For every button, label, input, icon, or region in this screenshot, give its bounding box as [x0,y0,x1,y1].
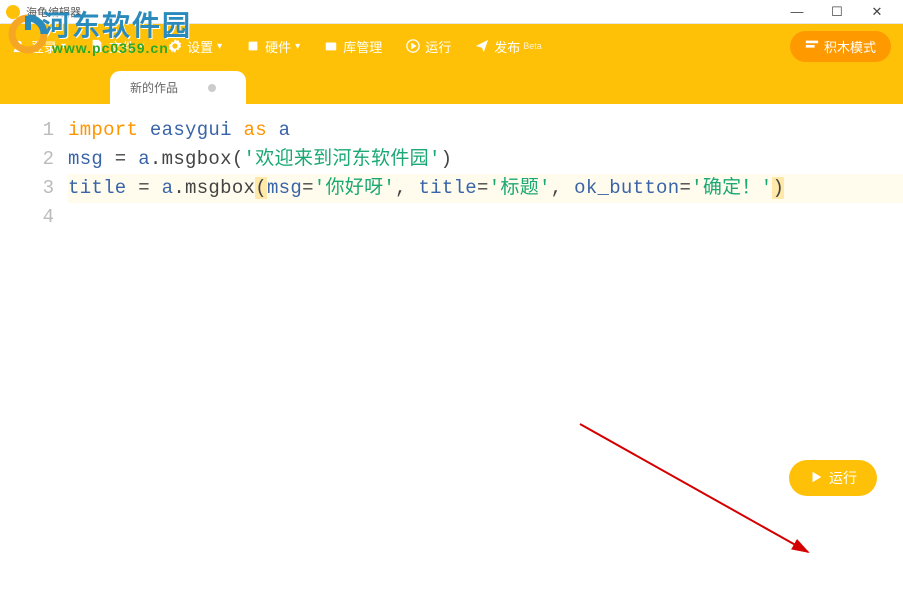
publish-label: 发布 [494,37,520,56]
titlebar: 海龟编辑器 — ☐ ✕ [0,0,903,24]
settings-label: 设置 [187,37,213,56]
minimize-button[interactable]: — [777,0,817,24]
caret-icon: ▾ [139,41,144,52]
block-mode-label: 积木模式 [824,37,876,56]
blocks-icon [805,38,819,55]
line-gutter: 1 2 3 4 [0,104,68,518]
tab-close-icon[interactable] [208,84,216,92]
file-menu[interactable]: 文件 ▾ [90,37,144,56]
code-editor[interactable]: 1 2 3 4 import easygui as a msg = a.msgb… [0,104,903,518]
tab-label: 新的作品 [130,79,178,96]
close-button[interactable]: ✕ [857,0,897,24]
line-number: 3 [0,174,54,203]
publish-menu[interactable]: 发布Beta [475,37,542,56]
tab-bar: 新的作品 [0,68,903,104]
play-icon [809,470,823,487]
file-label: 文件 [109,37,135,56]
file-icon [90,39,104,53]
caret-icon: ▾ [217,41,222,52]
chip-icon [246,39,260,53]
window-title: 海龟编辑器 [26,4,777,20]
login-menu[interactable]: 登录 ▾ [12,37,66,56]
code-line-2: msg = a.msgbox('欢迎来到河东软件园') [68,145,903,174]
line-number: 1 [0,116,54,145]
window-controls: — ☐ ✕ [777,0,897,24]
line-number: 2 [0,145,54,174]
hardware-menu[interactable]: 硬件 ▾ [246,37,300,56]
library-label: 库管理 [343,37,382,56]
block-mode-button[interactable]: 积木模式 [790,31,891,62]
maximize-button[interactable]: ☐ [817,0,857,24]
login-label: 登录 [31,37,57,56]
tab-active[interactable]: 新的作品 [110,71,246,104]
main-toolbar: 登录 ▾ 文件 ▾ 设置 ▾ 硬件 ▾ 库管理 运行 发布Beta 积木模式 [0,24,903,68]
gear-icon [168,39,182,53]
caret-icon: ▾ [61,41,66,52]
line-number: 4 [0,203,54,232]
play-icon [406,39,420,53]
app-icon [6,5,20,19]
run-button[interactable]: 运行 [789,460,877,496]
settings-menu[interactable]: 设置 ▾ [168,37,222,56]
run-menu[interactable]: 运行 [406,37,451,56]
code-line-3: title = a.msgbox(msg='你好呀', title='标题', … [68,174,903,203]
code-area[interactable]: import easygui as a msg = a.msgbox('欢迎来到… [68,104,903,518]
send-icon [475,39,489,53]
user-icon [12,39,26,53]
package-icon [324,39,338,53]
library-menu[interactable]: 库管理 [324,37,382,56]
code-line-1: import easygui as a [68,116,903,145]
run-label: 运行 [425,37,451,56]
run-button-label: 运行 [829,468,857,488]
caret-icon: ▾ [295,41,300,52]
hardware-label: 硬件 [265,37,291,56]
